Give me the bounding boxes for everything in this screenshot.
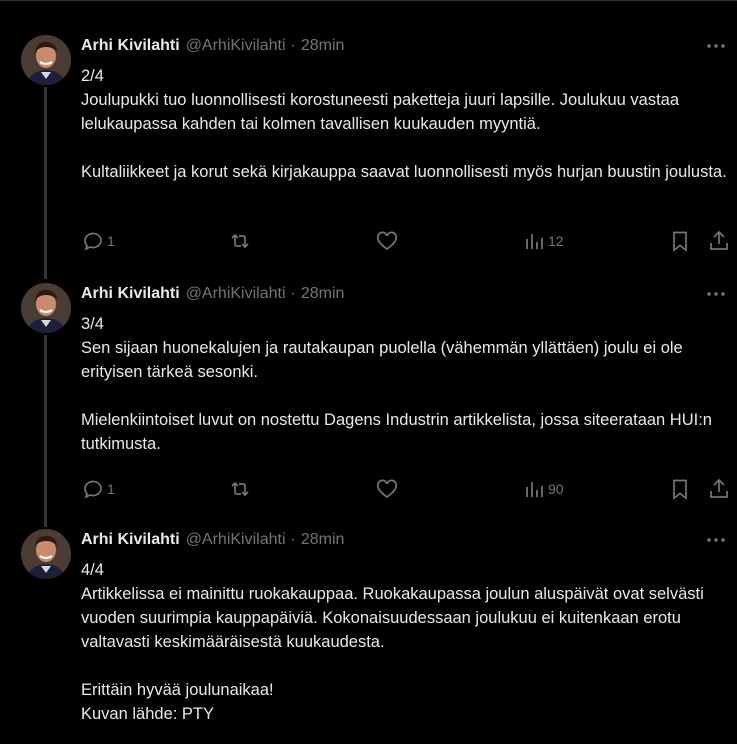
- reply-icon: [81, 477, 105, 501]
- repost-icon: [228, 477, 252, 501]
- tweet-text: 3/4 Sen sijaan huonekalujen ja rautakaup…: [81, 312, 731, 456]
- tweet-actions: 1 12: [79, 229, 729, 253]
- like-button[interactable]: [373, 229, 399, 253]
- tweet-paragraph: Artikkelissa ei mainittu ruokakauppaa. R…: [81, 585, 704, 651]
- share-button[interactable]: [705, 477, 731, 501]
- tweet-paragraph: Sen sijaan huonekalujen ja rautakaupan p…: [81, 339, 683, 381]
- heart-icon: [375, 477, 399, 501]
- tweet-text: 4/4 Artikkelissa ei mainittu ruokakauppa…: [81, 558, 731, 726]
- author-name[interactable]: Arhi Kivilahti: [81, 531, 180, 549]
- author-name[interactable]: Arhi Kivilahti: [81, 37, 180, 55]
- repost-button[interactable]: [226, 229, 252, 253]
- bookmark-icon: [668, 477, 692, 501]
- tweet-actions: 1 90: [79, 477, 729, 501]
- share-button[interactable]: [705, 229, 731, 253]
- thread-line: [44, 335, 47, 527]
- tweet-header: Arhi Kivilahti @ArhiKivilahti · 28min: [81, 283, 344, 305]
- reply-count: 1: [107, 481, 115, 497]
- thread-line: [44, 87, 47, 279]
- repost-icon: [228, 229, 252, 253]
- tweet-3-of-4[interactable]: Arhi Kivilahti @ArhiKivilahti · 28min 3/…: [0, 283, 737, 527]
- views-count: 90: [548, 481, 564, 497]
- tweet-paragraph: Kultaliikkeet ja korut sekä kirjakauppa …: [81, 163, 727, 181]
- separator: ·: [290, 531, 296, 548]
- views-button[interactable]: 12: [520, 229, 564, 253]
- timestamp[interactable]: 28min: [301, 531, 345, 549]
- thread-counter: 3/4: [81, 315, 104, 333]
- avatar[interactable]: [21, 529, 71, 579]
- tweet-text: 2/4 Joulupukki tuo luonnollisesti korost…: [81, 64, 731, 184]
- heart-icon: [375, 229, 399, 253]
- author-handle[interactable]: @ArhiKivilahti: [186, 285, 286, 303]
- reply-icon: [81, 229, 105, 253]
- tweet-2-of-4[interactable]: Arhi Kivilahti @ArhiKivilahti · 28min 2/…: [0, 35, 737, 279]
- tweet-paragraph: Joulupukki tuo luonnollisesti korostunee…: [81, 91, 680, 133]
- views-chart-icon: [522, 229, 546, 253]
- avatar[interactable]: [21, 35, 71, 85]
- share-icon: [707, 477, 731, 501]
- views-count: 12: [548, 233, 564, 249]
- bookmark-button[interactable]: [666, 229, 692, 253]
- avatar[interactable]: [21, 283, 71, 333]
- timestamp[interactable]: 28min: [301, 37, 345, 55]
- bookmark-icon: [668, 229, 692, 253]
- reply-count: 1: [107, 233, 115, 249]
- like-button[interactable]: [373, 477, 399, 501]
- tweet-paragraph: Erittäin hyvää joulunaikaa!: [81, 681, 274, 699]
- separator: ·: [290, 37, 296, 54]
- views-button[interactable]: 90: [520, 477, 564, 501]
- conversation-thread: Arhi Kivilahti @ArhiKivilahti · 28min 2/…: [0, 0, 737, 744]
- tweet-paragraph: Kuvan lähde: PTY: [81, 705, 214, 723]
- views-chart-icon: [522, 477, 546, 501]
- author-handle[interactable]: @ArhiKivilahti: [186, 37, 286, 55]
- reply-button[interactable]: 1: [79, 477, 115, 501]
- tweet-4-of-4[interactable]: Arhi Kivilahti @ArhiKivilahti · 28min 4/…: [0, 529, 737, 744]
- tweet-paragraph: Mielenkiintoiset luvut on nostettu Dagen…: [81, 411, 712, 453]
- bookmark-button[interactable]: [666, 477, 692, 501]
- repost-button[interactable]: [226, 477, 252, 501]
- author-name[interactable]: Arhi Kivilahti: [81, 285, 180, 303]
- share-icon: [707, 229, 731, 253]
- tweet-header: Arhi Kivilahti @ArhiKivilahti · 28min: [81, 529, 344, 551]
- reply-button[interactable]: 1: [79, 229, 115, 253]
- tweet-header: Arhi Kivilahti @ArhiKivilahti · 28min: [81, 35, 344, 57]
- separator: ·: [290, 285, 296, 302]
- more-horizontal-icon[interactable]: [706, 36, 726, 56]
- thread-counter: 2/4: [81, 67, 104, 85]
- more-horizontal-icon[interactable]: [706, 530, 726, 550]
- author-handle[interactable]: @ArhiKivilahti: [186, 531, 286, 549]
- timestamp[interactable]: 28min: [301, 285, 345, 303]
- more-horizontal-icon[interactable]: [706, 284, 726, 304]
- thread-counter: 4/4: [81, 561, 104, 579]
